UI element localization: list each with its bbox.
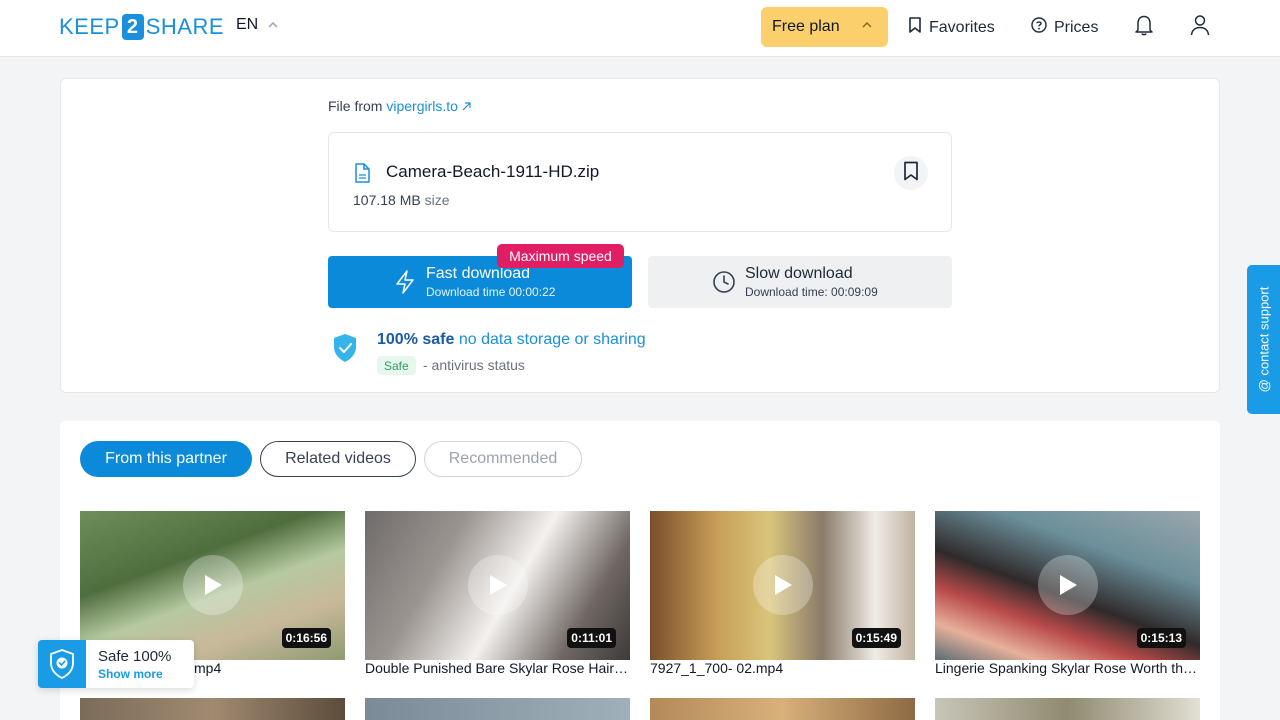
tab-from-this-partner[interactable]: From this partner [80, 441, 252, 477]
tab-related-videos[interactable]: Related videos [260, 441, 416, 477]
chevron-up-icon [862, 20, 872, 31]
safety-statement: 100% safe no data storage or sharing [377, 331, 646, 349]
lightning-icon [394, 270, 416, 299]
file-name: Camera-Beach-1911-HD.zip [386, 162, 600, 181]
play-icon[interactable] [468, 555, 528, 615]
video-title[interactable]: 7927_1_700- 02.mp4 [650, 660, 915, 676]
safe-widget-title: Safe 100% [98, 648, 172, 665]
user-icon [1190, 14, 1210, 41]
external-link-icon [458, 98, 471, 114]
safety-bold: 100% safe [377, 331, 455, 348]
language-selector[interactable]: EN [236, 16, 278, 34]
plan-label: Free plan [772, 18, 840, 35]
video-duration: 0:11:01 [567, 628, 616, 648]
prices-label: Prices [1054, 18, 1099, 36]
prices-link[interactable]: Prices [1031, 17, 1098, 38]
slow-download-button[interactable]: Slow download Download time: 00:09:09 [648, 256, 952, 308]
chevron-up-icon [268, 20, 278, 31]
contact-support-tab[interactable]: @ contact support [1247, 265, 1280, 414]
contact-support-label: @ contact support [1256, 286, 1272, 393]
antivirus-safe-badge: Safe [377, 356, 416, 375]
language-label: EN [236, 16, 259, 33]
video-thumbnail[interactable]: 0:15:13 [935, 511, 1200, 660]
play-icon[interactable] [183, 555, 243, 615]
fast-download-time: Download time 00:00:22 [426, 285, 556, 299]
video-thumbnail[interactable]: 0:15:49 [650, 511, 915, 660]
video-title[interactable]: Lingerie Spanking Skylar Rose Worth th… [935, 660, 1200, 676]
source-link[interactable]: vipergirls.to [386, 98, 471, 114]
shield-check-icon [332, 333, 358, 368]
add-to-favorites-button[interactable] [894, 156, 928, 190]
top-header: KEEP 2 SHARE EN Free plan Favorites Prices [0, 0, 1280, 57]
file-size: 107.18 MB size [353, 192, 450, 208]
tab-recommended[interactable]: Recommended [424, 441, 582, 477]
bookmark-icon [903, 161, 919, 186]
logo-number: 2 [121, 14, 144, 40]
video-thumbnail[interactable] [80, 698, 345, 720]
slow-download-time: Download time: 00:09:09 [745, 285, 878, 299]
file-from-label: File from [328, 98, 383, 114]
file-details-box [328, 132, 952, 232]
video-thumbnail[interactable] [365, 698, 630, 720]
account-button[interactable] [1188, 14, 1212, 41]
source-link-text: vipergirls.to [386, 98, 458, 114]
slow-download-label: Slow download [745, 265, 853, 282]
video-duration: 0:15:49 [851, 628, 901, 648]
logo-text-keep: KEEP [59, 14, 120, 39]
keep2share-logo[interactable]: KEEP 2 SHARE [59, 14, 224, 40]
video-duration: 0:15:13 [1136, 628, 1186, 648]
clock-icon [712, 270, 736, 299]
play-icon[interactable] [1038, 555, 1098, 615]
file-source: File from vipergirls.to [328, 98, 471, 114]
video-duration: 0:16:56 [281, 628, 331, 648]
video-title[interactable]: mp4 [194, 660, 345, 676]
file-icon [353, 163, 371, 188]
video-title[interactable]: Double Punished Bare Skylar Rose Hair… [365, 660, 630, 676]
video-thumbnail[interactable] [935, 698, 1200, 720]
safety-detail: no data storage or sharing [458, 331, 646, 348]
video-thumbnail[interactable]: 0:16:56 [80, 511, 345, 660]
question-circle-icon [1031, 17, 1047, 38]
video-thumbnail[interactable] [650, 698, 915, 720]
free-plan-button[interactable]: Free plan [761, 7, 888, 47]
logo-text-share: SHARE [145, 14, 224, 39]
play-icon[interactable] [753, 555, 813, 615]
safe-widget[interactable]: Safe 100% Show more [38, 640, 194, 688]
notifications-button[interactable] [1132, 15, 1156, 39]
file-size-label: size [424, 192, 450, 208]
maximum-speed-badge: Maximum speed [497, 244, 624, 268]
favorites-link[interactable]: Favorites [908, 17, 995, 38]
show-more-link[interactable]: Show more [98, 667, 163, 681]
bookmark-icon [908, 17, 922, 38]
bell-icon [1134, 14, 1154, 41]
shield-check-icon [38, 640, 86, 688]
file-size-value: 107.18 MB [353, 192, 421, 208]
video-thumbnail[interactable]: 0:11:01 [365, 511, 630, 660]
antivirus-status-label: - antivirus status [423, 357, 525, 373]
favorites-label: Favorites [929, 18, 995, 36]
